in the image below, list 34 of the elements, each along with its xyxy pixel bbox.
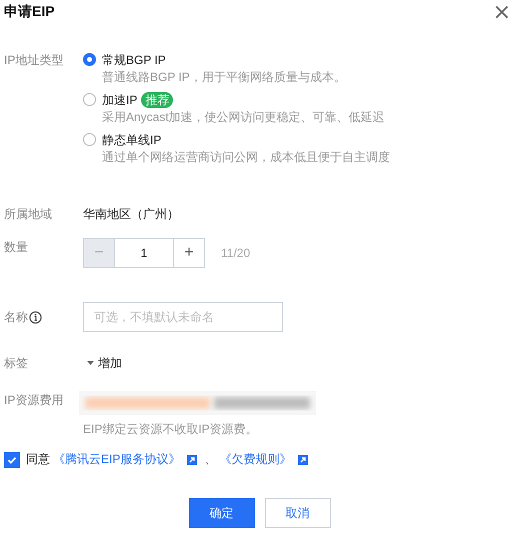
option-title: 常规BGP IP — [102, 52, 166, 69]
agree-label: 同意 — [26, 451, 50, 468]
radio-button[interactable] — [83, 53, 96, 66]
external-link-icon[interactable] — [187, 454, 198, 464]
fee-note: EIP绑定云资源不收取IP资源费。 — [83, 421, 259, 437]
option-description: 采用Anycast加速，使公网访问更稳定、可靠、低延迟 — [102, 109, 385, 125]
close-button[interactable]: × — [492, 2, 511, 24]
field-label: 标签 — [4, 355, 29, 372]
agree-checkbox[interactable] — [4, 452, 20, 468]
external-link-icon[interactable] — [298, 454, 308, 464]
recommend-badge: 推荐 — [141, 92, 174, 108]
option-description: 通过单个网络运营商访问公网，成本低且便于自主调度 — [102, 149, 390, 165]
add-tag-link[interactable]: 增加 — [87, 354, 122, 372]
field-label: 数量 — [4, 239, 29, 256]
quota-text: 11/20 — [221, 245, 250, 262]
option-title: 静态单线IP — [102, 132, 162, 149]
confirm-button[interactable]: 确定 — [188, 498, 254, 528]
info-icon[interactable] — [29, 310, 42, 324]
name-input[interactable]: 可选，不填默认未命名 — [83, 302, 283, 332]
agreement-link[interactable]: 《腾讯云EIP服务协议》 — [53, 451, 180, 468]
radio-button[interactable] — [83, 93, 96, 106]
field-label: 所属地域 — [4, 206, 53, 223]
region-value: 华南地区（广州） — [83, 206, 179, 223]
agreement-link[interactable]: 《欠费规则》 — [219, 451, 292, 468]
option-description: 普通线路BGP IP，用于平衡网络质量与成本。 — [102, 69, 346, 85]
cancel-button[interactable]: 取消 — [264, 498, 330, 528]
caret-icon — [87, 360, 94, 366]
field-label: IP资源费用 — [4, 392, 64, 409]
field-label: 名称 — [4, 309, 28, 326]
field-label: IP地址类型 — [4, 52, 64, 69]
separator-text: 、 — [204, 451, 216, 468]
option-title: 加速IP — [102, 92, 138, 109]
radio-button[interactable] — [83, 133, 96, 146]
dialog-title: 申请EIP — [4, 3, 55, 21]
